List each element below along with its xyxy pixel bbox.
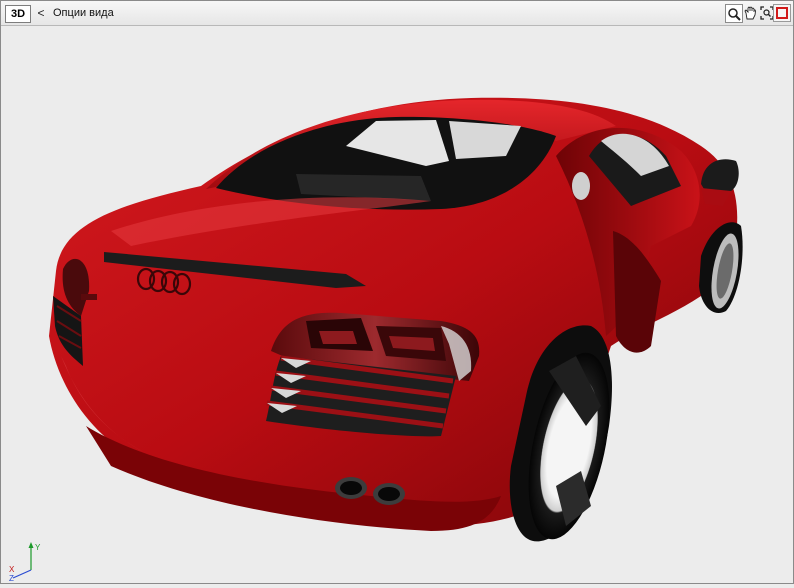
pan-hand-icon — [744, 5, 756, 19]
view-options-button[interactable]: Опции вида — [53, 3, 114, 23]
pan-tool-button[interactable] — [742, 4, 758, 21]
car-model-render — [49, 97, 743, 542]
zoom-extents-icon — [760, 5, 774, 20]
back-button[interactable]: < — [35, 3, 47, 23]
axis-x-label: X — [9, 565, 15, 574]
axis-triad: Y X Z — [7, 538, 43, 583]
view-toolbar: 3D < Опции вида — [1, 1, 793, 26]
axis-y-label: Y — [35, 543, 41, 552]
zoom-icon — [728, 7, 741, 21]
close-icon — [776, 7, 788, 19]
3d-view-window: 3D < Опции вида Y X Z — [0, 0, 794, 584]
3d-viewport[interactable] — [1, 26, 793, 583]
zoom-tool-button[interactable] — [725, 4, 743, 23]
axis-z-label: Z — [9, 574, 14, 582]
close-view-button[interactable] — [773, 4, 791, 22]
view-mode-badge[interactable]: 3D — [5, 5, 31, 23]
